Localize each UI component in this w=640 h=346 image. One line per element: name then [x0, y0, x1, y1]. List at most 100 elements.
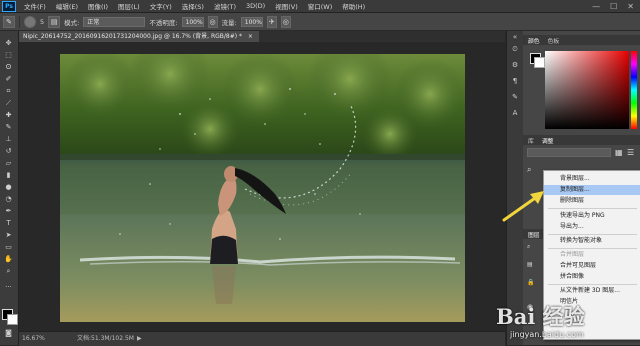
divider: [548, 248, 637, 249]
history-brush-tool-icon[interactable]: ↺: [3, 147, 14, 155]
minimize-button[interactable]: —: [592, 2, 600, 11]
divider: [548, 208, 637, 209]
airbrush-icon[interactable]: ✈: [266, 15, 277, 28]
tab-adjustments[interactable]: 调整: [542, 136, 554, 145]
tab-layers[interactable]: 图层: [528, 230, 540, 239]
menu-3d[interactable]: 3D(D): [241, 2, 270, 10]
menu-bar: Ps 文件(F) 编辑(E) 图像(I) 图层(L) 文字(Y) 选择(S) 滤…: [0, 0, 640, 13]
paragraph-panel-icon[interactable]: ¶: [510, 77, 520, 86]
maximize-button[interactable]: ☐: [610, 2, 617, 11]
layer-filter-kind-icon[interactable]: ⌕: [527, 243, 543, 251]
pressure-size-icon[interactable]: ◎: [280, 15, 291, 28]
panel-background-swatch[interactable]: [534, 57, 545, 68]
character-panel-icon[interactable]: A: [510, 109, 520, 118]
mode-select[interactable]: 正常: [83, 16, 146, 27]
hand-tool-icon[interactable]: ✋: [3, 255, 14, 263]
history-panel-icon[interactable]: ⏲: [510, 45, 520, 54]
tab-swatches[interactable]: 色板: [548, 36, 560, 45]
search-icon[interactable]: ⌕: [527, 165, 537, 175]
opacity-input[interactable]: 100%: [181, 16, 204, 27]
visibility-eye-icon[interactable]: ◉: [527, 303, 541, 313]
layer-context-menu: 背景图层... 复制图层... 删除图层 快速导出为 PNG 导出为... 转换…: [543, 170, 640, 340]
color-panel-tabs: 颜色 色板: [523, 35, 640, 45]
pressure-opacity-icon[interactable]: ◎: [207, 15, 218, 28]
healing-brush-tool-icon[interactable]: ✚: [3, 111, 14, 119]
brush-panel-icon[interactable]: ✎: [510, 93, 520, 102]
move-tool-icon[interactable]: ✥: [3, 39, 14, 47]
gradient-tool-icon[interactable]: ▮: [3, 171, 14, 179]
menu-type[interactable]: 文字(Y): [145, 1, 177, 11]
lock-icon[interactable]: 🔒: [527, 279, 541, 287]
more-tools-icon[interactable]: ···: [3, 283, 14, 291]
window-controls: — ☐ ✕: [592, 2, 640, 11]
opacity-label: 不透明度:: [149, 18, 178, 27]
menu-edit[interactable]: 编辑(E): [51, 1, 83, 11]
document-tab[interactable]: Nipic_20614752_20160916201731204000.jpg …: [19, 31, 259, 42]
canvas-area: [19, 42, 505, 330]
dodge-tool-icon[interactable]: ◔: [3, 195, 14, 203]
color-picker-field[interactable]: [545, 51, 629, 129]
ctx-item-delete-layer[interactable]: 删除图层: [544, 196, 640, 206]
blur-tool-icon[interactable]: ●: [3, 183, 14, 191]
grid-view-icon[interactable]: ▦: [615, 148, 624, 157]
brush-tool-preset-icon[interactable]: ✎: [3, 15, 15, 28]
menu-help[interactable]: 帮助(H): [337, 1, 370, 11]
background-color-swatch[interactable]: [7, 314, 18, 325]
options-bar: ✎ 5 ▤ 模式: 正常 不透明度: 100% ◎ 流量: 100% ✈ ◎: [0, 13, 640, 31]
rectangle-tool-icon[interactable]: ▭: [3, 243, 14, 251]
pen-tool-icon[interactable]: ✒: [3, 207, 14, 215]
quick-mask-icon[interactable]: ◙: [3, 329, 14, 337]
library-select[interactable]: [527, 148, 611, 157]
clone-stamp-tool-icon[interactable]: ⊥: [3, 135, 14, 143]
eraser-tool-icon[interactable]: ▱: [3, 159, 14, 167]
flow-input[interactable]: 100%: [240, 16, 263, 27]
type-tool-icon[interactable]: T: [3, 219, 14, 227]
menu-window[interactable]: 窗口(W): [303, 1, 338, 11]
ctx-item-merge-visible[interactable]: 合并可见图层: [544, 261, 640, 271]
divider: [548, 234, 637, 235]
tab-color[interactable]: 颜色: [528, 36, 540, 45]
document-tab-title: Nipic_20614752_20160916201731204000.jpg …: [23, 33, 242, 40]
divider: [548, 284, 637, 285]
menu-image[interactable]: 图像(I): [83, 1, 113, 11]
document-tab-close-icon[interactable]: ×: [248, 33, 253, 40]
collapse-panels-icon[interactable]: «: [510, 33, 520, 42]
hue-slider[interactable]: [631, 51, 637, 129]
photoshop-logo: Ps: [2, 0, 16, 12]
ctx-item-flatten-image[interactable]: 拼合图像: [544, 272, 640, 282]
menu-select[interactable]: 选择(S): [177, 1, 209, 11]
ctx-item-convert-smart-object[interactable]: 转换为智能对象: [544, 236, 640, 246]
properties-panel-icon[interactable]: ⚙: [510, 61, 520, 70]
ctx-item-quick-export-png[interactable]: 快速导出为 PNG: [544, 211, 640, 221]
ctx-item-postcard[interactable]: 明信片: [544, 297, 640, 307]
eyedropper-tool-icon[interactable]: ⟋: [3, 99, 14, 107]
path-selection-tool-icon[interactable]: ➤: [3, 231, 14, 239]
close-button[interactable]: ✕: [627, 2, 634, 11]
toolbox: ✥ ⬚ ʘ ✐ ⌗ ⟋ ✚ ✎ ⊥ ↺ ▱ ▮ ● ◔ ✒ T ➤ ▭ ✋ ⌕ …: [0, 31, 19, 345]
status-bar: 16.67% 文档:51.3M/102.5M ▶: [19, 331, 505, 346]
brush-tool-icon[interactable]: ✎: [3, 123, 14, 131]
document-tab-bar: Nipic_20614752_20160916201731204000.jpg …: [19, 31, 505, 42]
menu-view[interactable]: 视图(V): [270, 1, 303, 11]
list-view-icon[interactable]: ☰: [627, 148, 636, 157]
document-image[interactable]: [60, 54, 465, 322]
zoom-level[interactable]: 16.67%: [22, 332, 45, 346]
ctx-item-new-3d-layer-from-file[interactable]: 从文件新建 3D 图层...: [544, 286, 640, 296]
brush-preset-picker-icon[interactable]: [24, 15, 36, 28]
blend-mode-label: ▤: [527, 261, 533, 268]
zoom-tool-icon[interactable]: ⌕: [3, 267, 14, 275]
ctx-item-background-layer[interactable]: 背景图层...: [544, 174, 640, 184]
brush-panel-toggle-icon[interactable]: ▤: [48, 15, 61, 28]
crop-tool-icon[interactable]: ⌗: [3, 87, 14, 95]
quick-select-tool-icon[interactable]: ✐: [3, 75, 14, 83]
menu-filter[interactable]: 滤镜(T): [209, 1, 241, 11]
ctx-item-export-as[interactable]: 导出为...: [544, 222, 640, 232]
menu-file[interactable]: 文件(F): [19, 1, 51, 11]
menu-layer[interactable]: 图层(L): [113, 1, 145, 11]
status-menu-arrow-icon[interactable]: ▶: [137, 332, 142, 346]
ctx-item-duplicate-layer[interactable]: 复制图层...: [544, 185, 640, 195]
tab-libraries[interactable]: 库: [528, 136, 534, 145]
flow-label: 流量:: [221, 18, 237, 27]
marquee-tool-icon[interactable]: ⬚: [3, 51, 14, 59]
lasso-tool-icon[interactable]: ʘ: [3, 63, 14, 71]
